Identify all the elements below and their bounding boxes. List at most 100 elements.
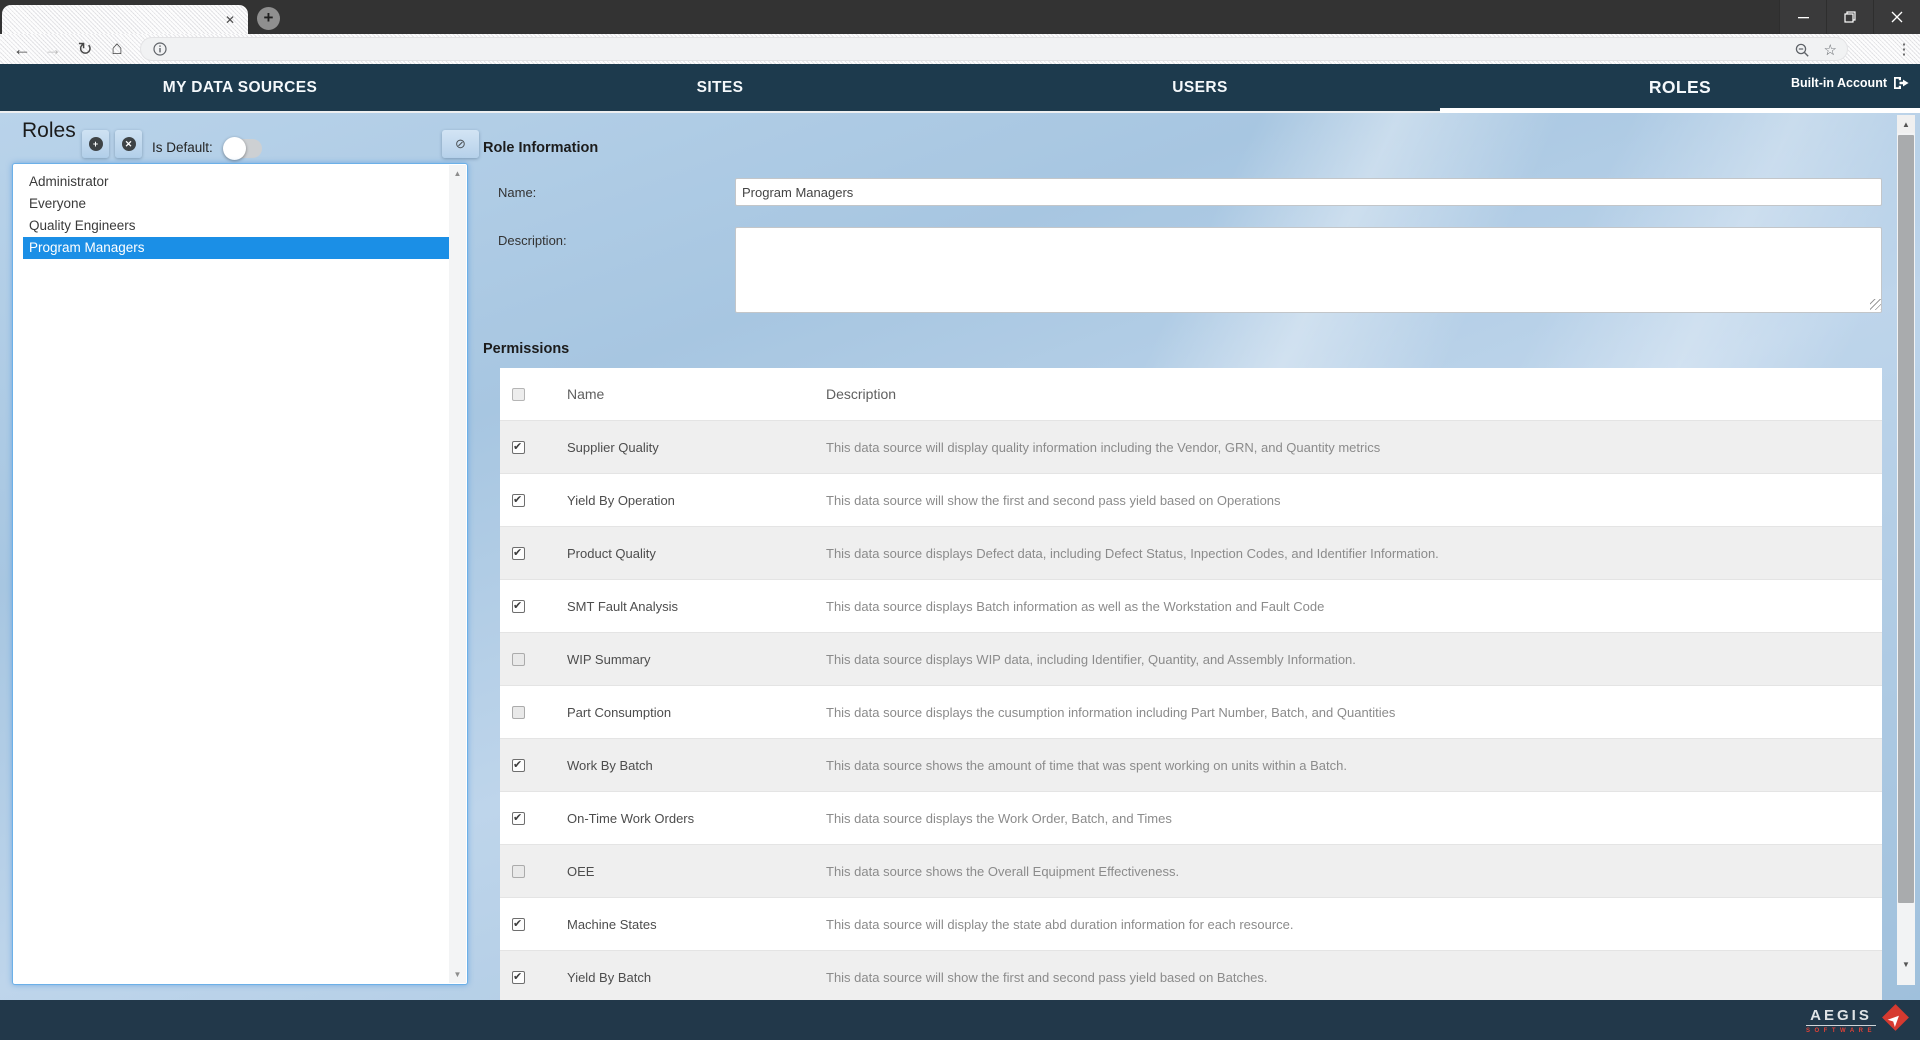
nav-tab-sites[interactable]: SITES: [480, 64, 960, 111]
scroll-up-icon[interactable]: ▲: [449, 165, 466, 182]
cancel-circle-icon: ⊘: [455, 136, 466, 152]
permission-name: On-Time Work Orders: [567, 792, 694, 845]
footer: AEGIS SOFTWARE ➤: [0, 1000, 1920, 1040]
forward-button[interactable]: →: [39, 34, 67, 64]
scroll-up-icon[interactable]: ▲: [1897, 115, 1915, 133]
permission-checkbox[interactable]: [512, 653, 525, 666]
home-button[interactable]: ⌂: [103, 34, 131, 64]
permission-name: WIP Summary: [567, 633, 651, 686]
is-default-toggle[interactable]: [224, 139, 262, 158]
description-label: Description:: [498, 233, 567, 248]
nav-tab-users[interactable]: USERS: [960, 64, 1440, 111]
permission-row: On-Time Work OrdersThis data source disp…: [500, 792, 1882, 845]
roles-list-item[interactable]: Administrator: [23, 171, 449, 193]
roles-panel-title: Roles: [22, 119, 76, 143]
minimize-button[interactable]: [1779, 0, 1826, 34]
roles-listbox-items: AdministratorEveryoneQuality EngineersPr…: [23, 171, 449, 259]
permission-name: Part Consumption: [567, 686, 671, 739]
brand-name: AEGIS: [1806, 1007, 1876, 1026]
permission-name: Yield By Batch: [567, 951, 651, 1002]
permission-name: Yield By Operation: [567, 474, 675, 527]
permission-row: Work By BatchThis data source shows the …: [500, 739, 1882, 792]
restore-button[interactable]: [1826, 0, 1873, 34]
select-all-checkbox[interactable]: [512, 388, 525, 401]
permission-description: This data source displays Batch informat…: [826, 580, 1324, 633]
permission-checkbox[interactable]: [512, 441, 525, 454]
nav-tab-label: USERS: [1172, 79, 1227, 97]
permission-checkbox[interactable]: [512, 494, 525, 507]
aegis-logo-mark-icon: ➤: [1884, 1006, 1908, 1030]
account-label: Built-in Account: [1791, 76, 1887, 90]
main-scrollbar[interactable]: ▲ ▼: [1897, 115, 1915, 985]
info-icon[interactable]: [153, 42, 167, 56]
browser-menu-icon[interactable]: ⋮: [1890, 34, 1918, 64]
permission-name: Product Quality: [567, 527, 656, 580]
permission-name: OEE: [567, 845, 594, 898]
aegis-logo: AEGIS SOFTWARE: [1806, 1007, 1876, 1034]
permission-checkbox[interactable]: [512, 865, 525, 878]
name-column-header: Name: [567, 368, 604, 421]
permission-checkbox[interactable]: [512, 812, 525, 825]
address-bar-actions: ☆: [1795, 38, 1837, 62]
add-role-button[interactable]: +: [82, 130, 109, 158]
permission-row: Part ConsumptionThis data source display…: [500, 686, 1882, 739]
bookmark-star-icon[interactable]: ☆: [1824, 41, 1837, 59]
permission-description: This data source displays Defect data, i…: [826, 527, 1439, 580]
permission-checkbox[interactable]: [512, 600, 525, 613]
back-button[interactable]: ←: [8, 34, 36, 64]
app-nav: MY DATA SOURCES SITES USERS ROLES: [0, 64, 1920, 113]
resize-grip-icon[interactable]: [1870, 299, 1881, 310]
window-controls: [1779, 0, 1920, 34]
roles-list-item[interactable]: Quality Engineers: [23, 215, 449, 237]
logout-icon: [1893, 76, 1910, 90]
permission-checkbox[interactable]: [512, 759, 525, 772]
roles-list-item[interactable]: Program Managers: [23, 237, 449, 259]
permission-row: Product Quality This data source displays…: [500, 527, 1882, 580]
scroll-down-icon[interactable]: ▼: [1897, 955, 1915, 973]
permission-description: This data source will show the first and…: [826, 474, 1281, 527]
permission-row: Yield By Batch This data source will show…: [500, 951, 1882, 1002]
nav-tab-my-data-sources[interactable]: MY DATA SOURCES: [0, 64, 480, 111]
permission-name: Work By Batch: [567, 739, 653, 792]
permission-name: Supplier Quality: [567, 421, 659, 474]
scroll-down-icon[interactable]: ▼: [449, 966, 466, 983]
nav-tab-label: SITES: [697, 79, 744, 97]
permission-checkbox[interactable]: [512, 706, 525, 719]
browser-tab[interactable]: ✕: [2, 5, 248, 34]
permission-row: WIP Summary This data source displays WIP…: [500, 633, 1882, 686]
new-tab-button[interactable]: +: [257, 7, 280, 30]
restore-icon: [1844, 11, 1856, 23]
close-window-button[interactable]: [1873, 0, 1920, 34]
toggle-knob: [223, 137, 246, 160]
add-icon: +: [89, 137, 103, 151]
account-button[interactable]: Built-in Account: [1791, 76, 1910, 90]
permissions-rows: Supplier Quality This data source will di…: [500, 421, 1882, 1002]
permission-row: Machine StatesThis data source will disp…: [500, 898, 1882, 951]
permission-description: This data source shows the Overall Equip…: [826, 845, 1179, 898]
permission-checkbox[interactable]: [512, 547, 525, 560]
permission-checkbox[interactable]: [512, 971, 525, 984]
roles-listbox-scrollbar[interactable]: ▲ ▼: [449, 165, 466, 983]
reload-button[interactable]: ↻: [71, 34, 99, 64]
permission-row: OEE This data source shows the Overall Eq…: [500, 845, 1882, 898]
permissions-table: Name Description Supplier Quality This da…: [500, 368, 1882, 1002]
logo-arrow: ➤: [1885, 1001, 1914, 1030]
permission-checkbox[interactable]: [512, 918, 525, 931]
roles-listbox[interactable]: AdministratorEveryoneQuality EngineersPr…: [12, 163, 468, 985]
description-textarea[interactable]: [735, 227, 1882, 313]
permission-description: This data source displays WIP data, incl…: [826, 633, 1356, 686]
address-bar[interactable]: ☆: [140, 37, 1848, 61]
name-input[interactable]: [735, 178, 1882, 206]
tab-close-icon[interactable]: ✕: [221, 11, 239, 29]
permission-row: SMT Fault AnalysisThis data source displ…: [500, 580, 1882, 633]
permission-description: This data source will show the first and…: [826, 951, 1268, 1002]
roles-list-item[interactable]: Everyone: [23, 193, 449, 215]
clear-selection-button[interactable]: ⊘: [442, 130, 479, 158]
delete-role-button[interactable]: ✕: [115, 130, 142, 158]
description-column-header: Description: [826, 368, 896, 421]
zoom-out-icon[interactable]: [1795, 43, 1810, 58]
permission-row: Yield By Operation This data source will …: [500, 474, 1882, 527]
permission-description: This data source will display the state …: [826, 898, 1294, 951]
scrollbar-thumb[interactable]: [1898, 135, 1914, 903]
minimize-icon: [1798, 12, 1809, 23]
